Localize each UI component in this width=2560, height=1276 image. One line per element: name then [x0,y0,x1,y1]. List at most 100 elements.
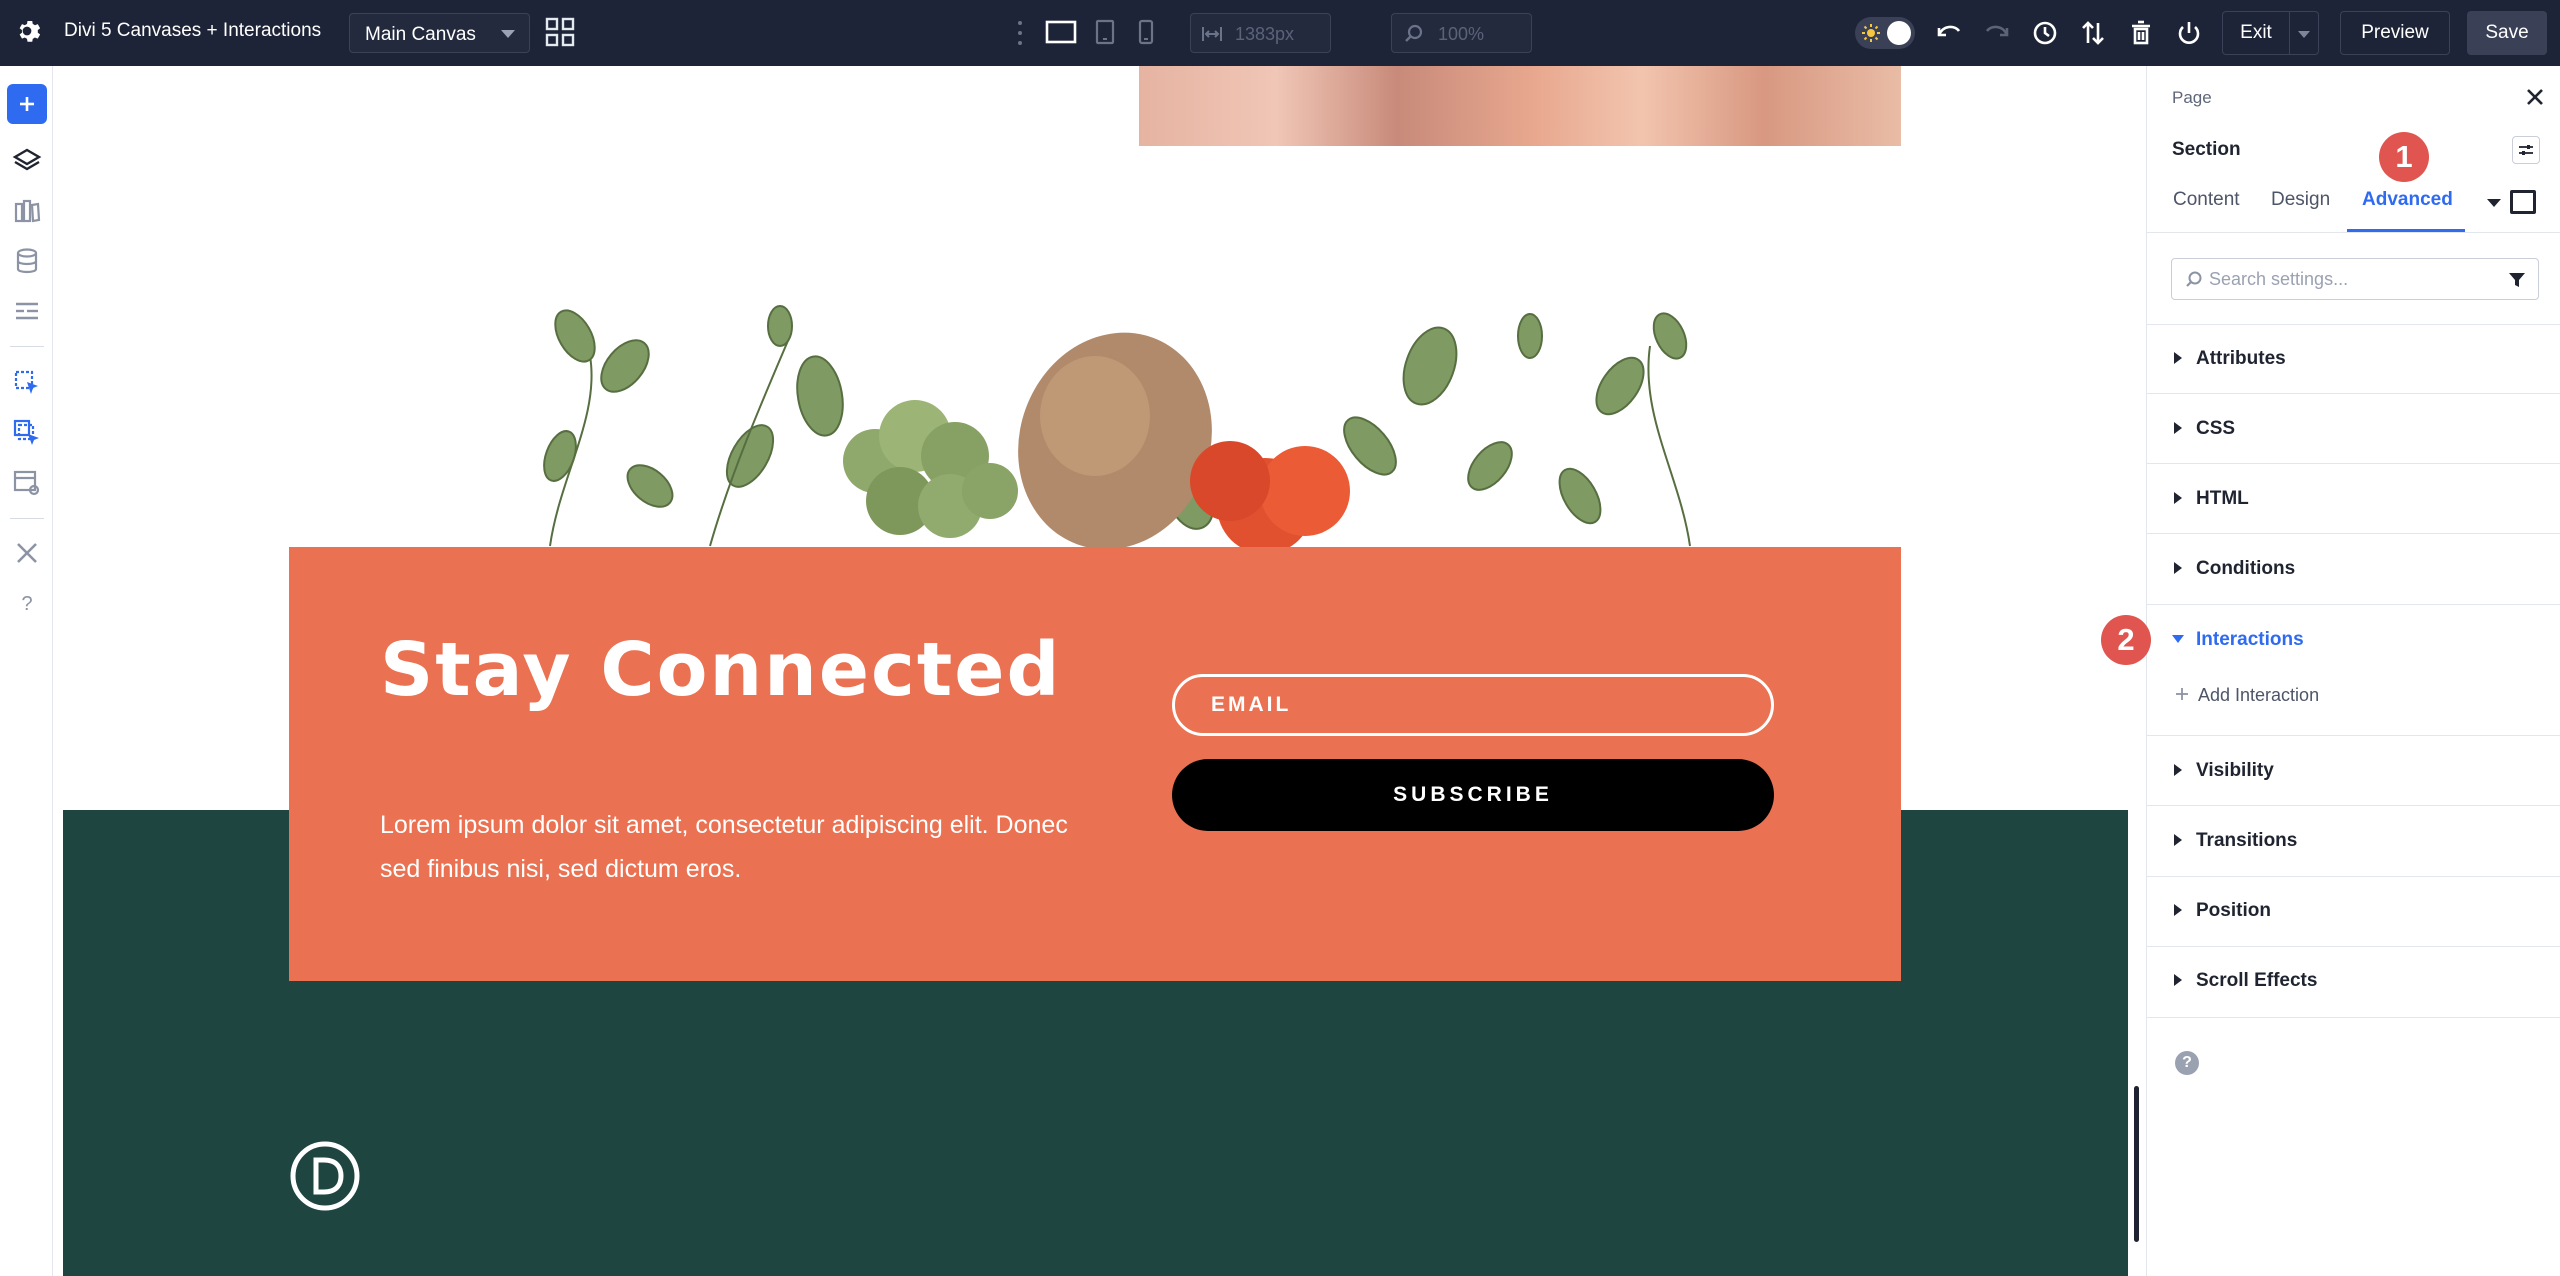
help-icon[interactable]: ? [12,588,42,618]
caret-right-icon [2174,904,2182,916]
accordion-scroll-effects[interactable]: Scroll Effects [2147,960,2560,1000]
peach-photo [1139,66,1901,146]
accordion-css[interactable]: CSS [2147,408,2560,448]
tab-content[interactable]: Content [2173,189,2240,211]
more-vertical-icon[interactable] [1014,18,1026,48]
section-heading: Stay Connected [380,627,1062,713]
newsletter-card[interactable]: Stay Connected Lorem ipsum dolor sit ame… [289,547,1901,981]
accordion-position[interactable]: Position [2147,890,2560,930]
help-icon[interactable]: ? [2175,1051,2199,1075]
accordion-html[interactable]: HTML [2147,478,2560,518]
canvas-scrollbar[interactable] [2134,1086,2139,1242]
accordion-attributes[interactable]: Attributes [2147,338,2560,378]
database-icon[interactable] [12,246,42,276]
trash-icon[interactable] [2125,17,2157,49]
step-badge-2: 2 [2101,615,2151,665]
preview-layout-icon[interactable] [12,468,42,498]
panel-options-button[interactable] [2512,136,2540,164]
divi-logo-icon [290,1141,360,1211]
accordion-label: CSS [2196,418,2236,439]
theme-toggle[interactable] [1855,17,1915,49]
panel-title: Section [2172,139,2241,160]
caret-right-icon [2174,562,2182,574]
search-icon [2186,271,2202,287]
canvas-grid-icon[interactable] [545,17,575,47]
step-badge-1: 1 [2379,132,2429,182]
breadcrumb[interactable]: Page [2172,88,2212,108]
desktop-view-icon[interactable] [1044,17,1078,47]
accordion-label: Position [2196,900,2271,921]
save-button[interactable]: Save [2467,11,2547,55]
caret-right-icon [2174,764,2182,776]
sun-icon [1862,24,1880,42]
caret-right-icon [2174,834,2182,846]
redo-icon[interactable] [1981,17,2013,49]
accordion-transitions[interactable]: Transitions [2147,820,2560,860]
add-interaction-label: Add Interaction [2198,685,2320,705]
close-icon[interactable] [2524,86,2546,108]
caret-right-icon [2174,492,2182,504]
accordion-interactions[interactable]: Interactions [2147,619,2560,659]
phone-view-icon[interactable] [1129,17,1163,47]
divider [2147,232,2560,233]
tools-icon[interactable] [12,538,42,568]
divider [2147,946,2560,947]
zoom-field[interactable]: 100% [1391,13,1532,53]
section-body-text: Lorem ipsum dolor sit amet, consectetur … [380,811,1068,883]
sliders-icon [2519,145,2533,155]
library-icon[interactable] [12,196,42,226]
subscribe-button[interactable]: SUBSCRIBE [1172,759,1774,831]
preview-button[interactable]: Preview [2340,11,2450,55]
left-sidebar: ? [0,66,53,1276]
caret-right-icon [2174,352,2182,364]
canvas-select[interactable]: Main Canvas [349,13,530,53]
page-canvas[interactable]: Stay Connected Lorem ipsum dolor sit ame… [63,66,2128,1276]
zoom-value: 100% [1438,24,1485,44]
divider [2147,876,2560,877]
tablet-view-icon[interactable] [1088,17,1122,47]
accordion-label: Visibility [2196,760,2274,781]
accordion-label: Interactions [2196,629,2304,650]
accordion-conditions[interactable]: Conditions [2147,548,2560,588]
plus-icon [2176,688,2188,700]
chevron-down-icon[interactable] [2487,199,2501,207]
gear-icon[interactable] [12,16,42,46]
accordion-label: Conditions [2196,558,2296,579]
caret-down-icon [2172,635,2184,643]
search-input[interactable] [2209,267,2479,291]
canvases-icon[interactable] [12,418,42,448]
settings-panel: Page Section 1 Content Design Advanced A… [2146,66,2560,1276]
filter-icon[interactable] [2508,271,2526,289]
layers-icon[interactable] [12,146,42,176]
sort-arrows-icon[interactable] [2077,17,2109,49]
preset-box-icon[interactable] [2510,190,2536,214]
accordion-label: Scroll Effects [2196,970,2318,991]
tab-design[interactable]: Design [2271,189,2330,211]
canvas-select-icon[interactable] [12,368,42,398]
accordion-visibility[interactable]: Visibility [2147,750,2560,790]
exit-menu-button[interactable] [2289,11,2319,55]
width-field[interactable]: 1383px [1190,13,1331,53]
tab-advanced[interactable]: Advanced [2362,189,2453,211]
width-icon [1202,27,1222,41]
divider [2147,324,2560,325]
search-icon [1405,24,1423,42]
divider [2147,393,2560,394]
divider [2147,533,2560,534]
chevron-down-icon [501,30,515,38]
add-module-button[interactable] [7,84,47,124]
app-title: Divi 5 Canvases + Interactions [64,20,322,41]
toggle-knob [1887,21,1911,45]
vegetables-illustration [543,305,1691,548]
top-toolbar: Divi 5 Canvases + Interactions Main Canv… [0,0,2560,66]
canvas-select-label: Main Canvas [365,24,476,45]
search-settings [2171,258,2539,300]
accordion-label: Attributes [2196,348,2286,369]
exit-button[interactable]: Exit [2222,11,2290,55]
structure-icon[interactable] [12,296,42,326]
accordion-label: HTML [2196,488,2249,509]
power-icon[interactable] [2173,17,2205,49]
email-field[interactable]: EMAIL [1172,674,1774,736]
history-icon[interactable] [2029,17,2061,49]
undo-icon[interactable] [1933,17,1965,49]
